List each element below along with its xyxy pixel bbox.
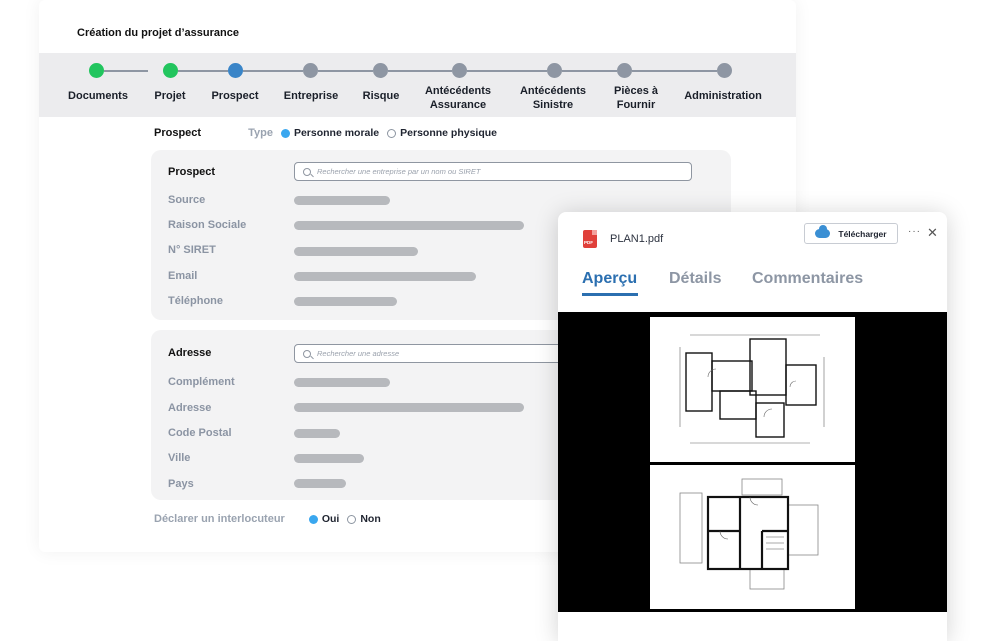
tab-apercu[interactable]: Aperçu (582, 270, 637, 288)
field-value-raison-sociale[interactable] (294, 221, 524, 230)
step-connector (318, 70, 373, 72)
download-label: Télécharger (838, 228, 887, 239)
step-label-documents[interactable]: Documents (68, 89, 128, 103)
search-placeholder: Rechercher une adresse (317, 349, 400, 358)
floor-plan-drawing (679, 478, 819, 590)
field-label-complement: Complément (168, 376, 235, 388)
adresse-section-title: Adresse (168, 347, 212, 359)
step-connector (243, 70, 303, 72)
radio-on-icon (308, 514, 318, 524)
document-preview-panel: PDF PLAN1.pdf Télécharger ··· ✕ Aperçu D… (558, 212, 947, 641)
prospect-heading: Prospect (154, 127, 202, 139)
field-value-siret[interactable] (294, 247, 418, 256)
tab-commentaires[interactable]: Commentaires (752, 270, 863, 288)
step-connector (178, 70, 228, 72)
step-label-projet[interactable]: Projet (154, 89, 185, 103)
download-button[interactable]: Télécharger (804, 223, 898, 244)
step-connector (632, 70, 717, 72)
field-value-telephone[interactable] (294, 297, 397, 306)
cloud-download-icon (815, 225, 831, 238)
search-placeholder: Rechercher une entreprise par un nom ou … (317, 167, 481, 176)
step-label-line: Antécédents (519, 85, 587, 97)
step-connector (562, 70, 617, 72)
close-icon[interactable]: ✕ (927, 225, 938, 241)
step-label-pieces[interactable]: Pièces à Fournir (614, 84, 658, 112)
step-label-line: Sinistre (532, 99, 574, 111)
step-label-prospect[interactable]: Prospect (211, 89, 258, 103)
step-dot-antecedents-assurance[interactable] (452, 63, 467, 78)
floor-plan-drawing (679, 334, 825, 444)
step-connector (388, 70, 452, 72)
radio-off-icon (347, 514, 357, 524)
field-value-adresse[interactable] (294, 403, 524, 412)
field-label-adresse: Adresse (168, 402, 212, 414)
radio-label: Personne morale (293, 127, 380, 139)
prospect-section-title: Prospect (168, 166, 216, 178)
field-value-ville[interactable] (294, 454, 364, 463)
step-label-antecedents-assurance[interactable]: Antécédents Assurance (425, 84, 491, 112)
step-label-risque[interactable]: Risque (363, 89, 400, 103)
pdf-viewer[interactable] (558, 312, 947, 612)
radio-label: Personne physique (400, 127, 497, 139)
field-label-email: Email (168, 270, 198, 282)
radio-label: Non (360, 513, 381, 525)
field-value-email[interactable] (294, 272, 476, 281)
step-label-line: Assurance (429, 99, 487, 111)
active-tab-underline (582, 293, 638, 296)
field-value-complement[interactable] (294, 378, 390, 387)
search-icon (303, 349, 311, 358)
company-search-input[interactable]: Rechercher une entreprise par un nom ou … (294, 162, 692, 181)
field-label-ville: Ville (168, 452, 191, 464)
step-dot-pieces[interactable] (617, 63, 632, 78)
step-dot-risque[interactable] (373, 63, 388, 78)
file-name: PLAN1.pdf (610, 233, 664, 245)
pdf-page-1 (650, 317, 855, 462)
step-connector (467, 70, 547, 72)
step-label-line: Fournir (616, 99, 656, 111)
step-dot-antecedents-sinistre[interactable] (547, 63, 562, 78)
declare-contact-row: Déclarer un interlocuteur Oui Non (154, 513, 389, 525)
field-label-source: Source (168, 194, 206, 206)
step-label-administration[interactable]: Administration (684, 89, 762, 103)
radio-personne-morale[interactable]: Personne morale (280, 127, 380, 139)
radio-personne-physique[interactable]: Personne physique (387, 127, 497, 139)
step-dot-administration[interactable] (717, 63, 732, 78)
step-dot-documents[interactable] (89, 63, 104, 78)
progress-stepper: Documents Projet Prospect Entreprise Ris… (39, 53, 796, 117)
tab-details[interactable]: Détails (669, 270, 721, 288)
field-label-code-postal: Code Postal (168, 427, 232, 439)
type-label: Type (248, 127, 273, 139)
field-label-raison-sociale: Raison Sociale (168, 219, 247, 231)
step-dot-projet[interactable] (163, 63, 178, 78)
step-label-antecedents-sinistre[interactable]: Antécédents Sinistre (520, 84, 586, 112)
step-connector (104, 70, 148, 72)
field-label-pays: Pays (168, 478, 194, 490)
radio-label: Oui (321, 513, 340, 525)
pdf-page-2 (650, 465, 855, 609)
form-title: Création du projet d’assurance (77, 27, 239, 39)
radio-non[interactable]: Non (347, 513, 381, 525)
field-value-code-postal[interactable] (294, 429, 340, 438)
field-label-siret: N° SIRET (168, 244, 216, 256)
prospect-type-row: Prospect Type Personne morale Personne p… (154, 127, 505, 139)
search-icon (303, 167, 311, 176)
radio-off-icon (387, 128, 397, 138)
radio-on-icon (280, 128, 290, 138)
step-dot-entreprise[interactable] (303, 63, 318, 78)
field-value-pays[interactable] (294, 479, 346, 488)
step-dot-prospect[interactable] (228, 63, 243, 78)
field-label-telephone: Téléphone (168, 295, 224, 307)
step-label-line: Pièces à (613, 85, 659, 97)
pdf-icon-text: PDF (584, 240, 593, 245)
step-label-line: Antécédents (424, 85, 492, 97)
radio-oui[interactable]: Oui (308, 513, 340, 525)
pdf-file-icon: PDF (583, 230, 597, 248)
more-options-icon[interactable]: ··· (908, 226, 921, 237)
declare-contact-label: Déclarer un interlocuteur (154, 513, 285, 525)
field-value-source[interactable] (294, 196, 390, 205)
step-label-entreprise[interactable]: Entreprise (284, 89, 338, 103)
